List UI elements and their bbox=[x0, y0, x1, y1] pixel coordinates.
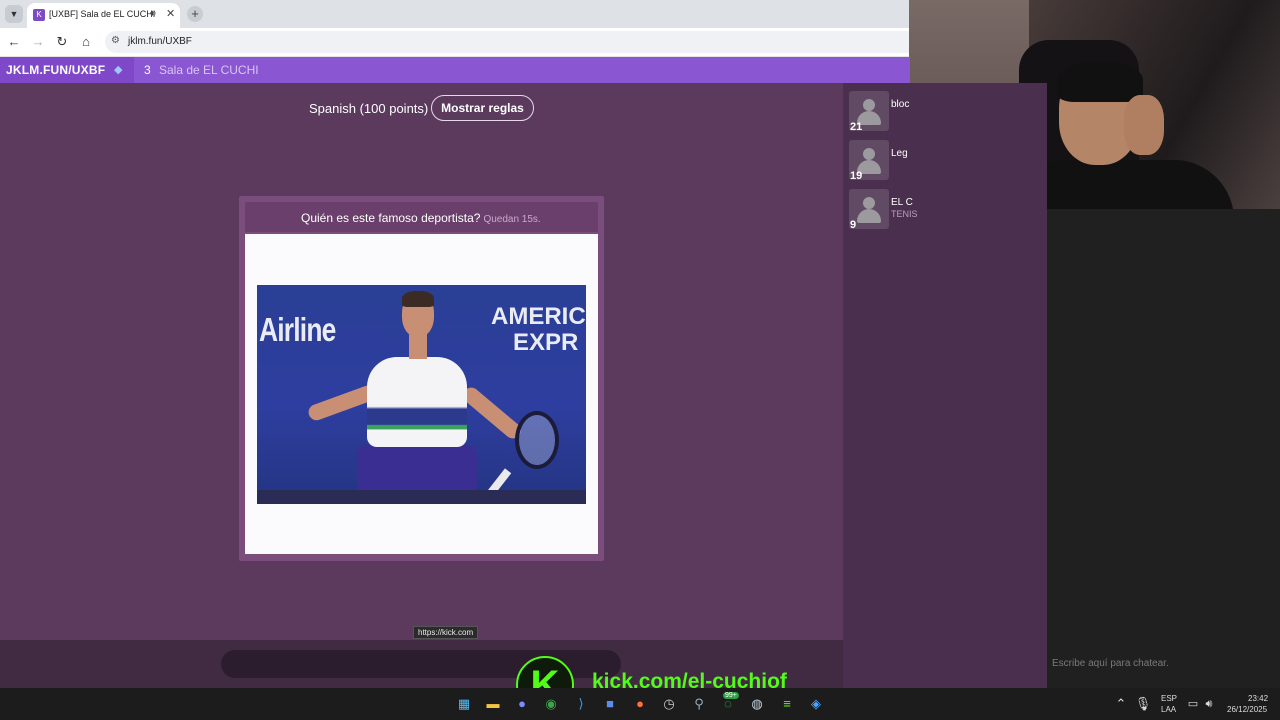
photo-athlete-shirt bbox=[367, 357, 467, 447]
clock-time[interactable]: 23:42 bbox=[1248, 694, 1268, 703]
photo-banner-text-right-1: AMERIC bbox=[491, 303, 586, 330]
site-header: JKLM.FUN/UXBF ◆ 3 Sala de EL CUCHI bbox=[0, 57, 910, 83]
room-player-count: 3 bbox=[144, 63, 151, 77]
back-arrow-icon[interactable]: ← bbox=[6, 34, 22, 50]
athlete-photo: Airline AMERIC EXPR bbox=[257, 285, 586, 504]
chat-pane: Escribe aquí para chatear. bbox=[1047, 209, 1280, 688]
photo-floor bbox=[257, 490, 586, 504]
avatar-head-icon bbox=[863, 197, 875, 209]
app-icon[interactable]: ◈ bbox=[807, 695, 825, 713]
app-icon[interactable]: ⚲ bbox=[690, 695, 708, 713]
chevron-up-icon[interactable]: ⌃ bbox=[1112, 695, 1130, 713]
link-url-tooltip: https://kick.com bbox=[413, 626, 479, 639]
browser-tab[interactable]: K [UXBF] Sala de EL CUCHI 🔊︎ ✕ bbox=[27, 3, 180, 28]
chrome-icon[interactable]: ◉ bbox=[542, 695, 560, 713]
photo-athlete-shorts bbox=[357, 445, 477, 495]
address-bar[interactable]: ⚙ jklm.fun/UXBF bbox=[105, 31, 910, 53]
question-image-container: Airline AMERIC EXPR bbox=[245, 234, 598, 554]
clock-date[interactable]: 26/12/2025 bbox=[1227, 705, 1267, 714]
keyboard-language[interactable]: ESP bbox=[1161, 694, 1177, 703]
site-info-icon[interactable]: ⚙ bbox=[111, 35, 120, 46]
keyboard-layout[interactable]: LAA bbox=[1161, 705, 1176, 714]
photo-banner-text-left: Airline bbox=[259, 311, 336, 348]
player-answer: TENIS bbox=[891, 209, 918, 219]
tab-favicon-icon: K bbox=[33, 9, 45, 21]
chat-input[interactable]: Escribe aquí para chatear. bbox=[1052, 658, 1169, 669]
question-card: Quién es este famoso deportista? Quedan 1… bbox=[239, 196, 604, 561]
question-label: Quién es este famoso deportista? bbox=[301, 211, 481, 225]
app-icon[interactable]: ≡ bbox=[778, 695, 796, 713]
browser-tabstrip: ▼ K [UXBF] Sala de EL CUCHI 🔊︎ ✕ + bbox=[0, 0, 910, 28]
photo-tennis-racket bbox=[515, 411, 559, 469]
language-points-label: Spanish (100 points) bbox=[309, 101, 429, 116]
players-sidebar: 21 bloc 19 Leg 9 EL C TENIS bbox=[843, 83, 1047, 688]
player-item[interactable]: 9 EL C TENIS bbox=[849, 187, 1047, 231]
webcam-person-hand bbox=[1124, 95, 1164, 155]
new-tab-button[interactable]: + bbox=[187, 6, 203, 22]
player-name: EL C bbox=[891, 197, 913, 208]
reload-icon[interactable]: ↻ bbox=[54, 34, 70, 50]
vscode-icon[interactable]: ⟩ bbox=[572, 695, 590, 713]
notification-badge: 99+ bbox=[723, 692, 739, 699]
timer-label: Quedan 15s. bbox=[483, 214, 541, 225]
player-name: Leg bbox=[891, 148, 908, 159]
player-score: 9 bbox=[850, 219, 857, 231]
avatar-head-icon bbox=[863, 99, 875, 111]
firefox-icon[interactable]: ● bbox=[631, 695, 649, 713]
close-icon[interactable]: ✕ bbox=[166, 7, 175, 20]
player-item[interactable]: 19 Leg bbox=[849, 138, 1047, 182]
avatar-head-icon bbox=[863, 148, 875, 160]
volume-icon[interactable]: 🔊︎ bbox=[1200, 695, 1218, 713]
windows-taskbar: ▦ ▬ ● ◉ ⟩ ■ ● ◷ ⚲ ◌ 99+ ◍ ≡ ◈ ⌃ 🎙︎ ESP L… bbox=[0, 688, 1280, 720]
clock-app-icon[interactable]: ◷ bbox=[660, 695, 678, 713]
room-name: Sala de EL CUCHI bbox=[159, 63, 259, 77]
browser-toolbar: ← → ↻ ⌂ ⚙ jklm.fun/UXBF bbox=[0, 28, 910, 57]
rules-line: Spanish (100 points) Mostrar reglas bbox=[0, 95, 843, 121]
start-icon[interactable]: ▦ bbox=[455, 695, 473, 713]
forward-arrow-icon[interactable]: → bbox=[30, 34, 46, 50]
home-icon[interactable]: ⌂ bbox=[78, 34, 94, 50]
microphone-icon[interactable]: 🎙︎ bbox=[1134, 695, 1152, 713]
tab-title: [UXBF] Sala de EL CUCHI bbox=[49, 9, 156, 19]
room-info: 3 Sala de EL CUCHI bbox=[134, 57, 910, 83]
file-explorer-icon[interactable]: ▬ bbox=[484, 695, 502, 713]
question-text: Quién es este famoso deportista? Quedan 1… bbox=[301, 211, 541, 225]
photo-athlete-arm-right bbox=[460, 384, 524, 442]
webcam-person-hair bbox=[1057, 62, 1143, 102]
speaker-icon[interactable]: 🔊︎ bbox=[150, 8, 156, 19]
game-area: Spanish (100 points) Mostrar reglas Quié… bbox=[0, 83, 843, 640]
player-item[interactable]: 21 bloc bbox=[849, 89, 1047, 133]
url-text[interactable]: jklm.fun/UXBF bbox=[128, 36, 192, 47]
player-score: 19 bbox=[850, 170, 863, 182]
player-score: 21 bbox=[850, 121, 863, 133]
avatar-body-icon bbox=[857, 209, 881, 223]
language-icon[interactable]: ◆ bbox=[114, 63, 126, 76]
player-name: bloc bbox=[891, 99, 910, 110]
site-logo[interactable]: JKLM.FUN/UXBF bbox=[6, 63, 105, 77]
question-header: Quién es este famoso deportista? Quedan 1… bbox=[245, 202, 598, 232]
photo-athlete-hair bbox=[402, 291, 434, 307]
show-rules-button[interactable]: Mostrar reglas bbox=[431, 95, 534, 121]
app-icon[interactable]: ■ bbox=[601, 695, 619, 713]
tab-search-button[interactable]: ▼ bbox=[5, 5, 23, 23]
steam-icon[interactable]: ◍ bbox=[748, 695, 766, 713]
photo-banner-text-right-2: EXPR bbox=[513, 329, 579, 356]
discord-icon[interactable]: ● bbox=[513, 695, 531, 713]
